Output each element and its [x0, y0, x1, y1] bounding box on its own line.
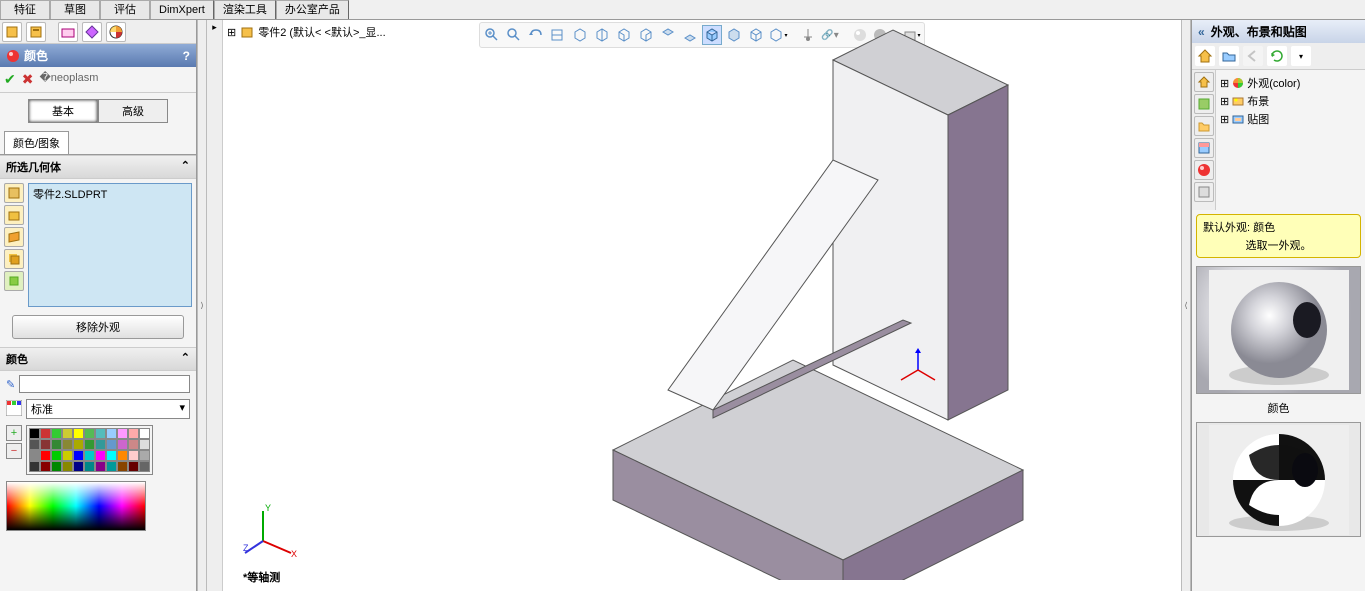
preview-1-label: 颜色: [1192, 398, 1365, 418]
open-folder-icon[interactable]: [1219, 46, 1239, 66]
collapse-icon[interactable]: ⌃: [181, 159, 190, 175]
appearance-preview-2[interactable]: [1196, 422, 1361, 537]
fm-tab-dim[interactable]: [82, 22, 102, 42]
flyout-expand-icon[interactable]: ▸: [212, 22, 217, 33]
eyedropper-icon[interactable]: ✎: [6, 378, 15, 391]
collapse-icon[interactable]: ⌃: [181, 351, 190, 367]
svg-text:Z: Z: [243, 543, 249, 553]
color-panel-header: 颜色 ?: [0, 44, 196, 67]
appearance-preview-1[interactable]: [1196, 266, 1361, 394]
tab-sketch[interactable]: 草图: [50, 0, 100, 19]
tab-office[interactable]: 办公室产品: [276, 0, 349, 19]
tab-view-icon[interactable]: [1194, 138, 1214, 158]
tab-custom-icon[interactable]: [1194, 182, 1214, 202]
flyout-tree-strip: ▸: [207, 20, 223, 591]
flyout-tree-root[interactable]: ⊞ 零件2 (默认< <默认>_显...: [227, 24, 386, 40]
filter-part-icon[interactable]: [4, 183, 24, 203]
help-icon[interactable]: ?: [183, 49, 190, 63]
back-icon[interactable]: [1243, 46, 1263, 66]
graphics-viewport[interactable]: ⊞ 零件2 (默认< <默认>_显... ▾: [223, 20, 1181, 591]
add-swatch-button[interactable]: +: [6, 425, 22, 441]
tab-render-tools[interactable]: 渲染工具: [214, 0, 276, 19]
property-manager: 颜色 ? ✔ ✖ �neoplasm 基本 高级 颜色/图象 所选几何体 ⌃: [0, 20, 197, 591]
tab-color-image[interactable]: 颜色/图象: [4, 131, 69, 154]
swatch-grid-icon[interactable]: [6, 400, 22, 419]
task-pane: « 外观、布景和贴图 ▾ ⊞ 外观(color): [1191, 20, 1365, 591]
model-3d[interactable]: [403, 20, 1163, 580]
selection-item[interactable]: 零件2.SLDPRT: [33, 186, 187, 202]
view-orientation-label: *等轴测: [243, 569, 280, 585]
svg-text:Y: Y: [265, 503, 271, 513]
filter-feature-icon[interactable]: [4, 271, 24, 291]
fm-tab-tree[interactable]: [2, 22, 22, 42]
sphere-icon: [6, 49, 20, 63]
tab-evaluate[interactable]: 评估: [100, 0, 150, 19]
tree-item-decal[interactable]: ⊞ 贴图: [1220, 110, 1361, 128]
tab-library-icon[interactable]: [1194, 94, 1214, 114]
tab-dimxpert[interactable]: DimXpert: [150, 0, 214, 19]
pin-icon[interactable]: �neoplasm: [39, 71, 98, 88]
tree-root-label: 零件2 (默认< <默认>_显...: [258, 24, 385, 40]
feature-manager-tabs: [0, 20, 196, 44]
refresh-icon[interactable]: [1267, 46, 1287, 66]
color-value-input[interactable]: [19, 375, 190, 393]
filter-face-icon[interactable]: [4, 205, 24, 225]
fm-tab-display[interactable]: [106, 22, 126, 42]
task-pane-toolbar: ▾: [1192, 43, 1365, 70]
tab-file-icon[interactable]: [1194, 116, 1214, 136]
advanced-button[interactable]: 高级: [98, 99, 168, 123]
task-dropdown-icon[interactable]: ▾: [1291, 46, 1311, 66]
svg-text:X: X: [291, 549, 297, 559]
tree-expand-icon[interactable]: ⊞: [227, 26, 236, 39]
tab-features[interactable]: 特征: [0, 0, 50, 19]
fm-tab-config[interactable]: [58, 22, 78, 42]
collapse-arrow-icon[interactable]: «: [1198, 25, 1205, 39]
basic-advanced-toggle: 基本 高级: [0, 93, 196, 129]
part-icon: [240, 25, 254, 39]
ok-cancel-bar: ✔ ✖ �neoplasm: [0, 67, 196, 93]
view-triad[interactable]: Y X Z: [243, 501, 303, 561]
left-panel-expander[interactable]: ⟩: [197, 20, 207, 591]
default-appearance-hint: 选取一外观。: [1203, 237, 1354, 253]
fm-tab-property[interactable]: [26, 22, 46, 42]
main-ribbon-tabs: 特征 草图 评估 DimXpert 渲染工具 办公室产品: [0, 0, 1365, 20]
remove-swatch-button[interactable]: −: [6, 443, 22, 459]
task-pane-tabs: [1192, 70, 1216, 210]
tab-appearance-icon[interactable]: [1194, 160, 1214, 180]
basic-button[interactable]: 基本: [28, 99, 98, 123]
filter-surface-icon[interactable]: [4, 227, 24, 247]
tab-home-icon[interactable]: [1194, 72, 1214, 92]
appearance-tree[interactable]: ⊞ 外观(color) ⊞ 布景 ⊞ 贴图: [1216, 70, 1365, 210]
cancel-button[interactable]: ✖: [22, 71, 34, 88]
palette-combo[interactable]: 标准▾: [26, 399, 190, 419]
tree-item-appearance[interactable]: ⊞ 外观(color): [1220, 74, 1361, 92]
task-pane-header: « 外观、布景和贴图: [1192, 20, 1365, 43]
color-section-header[interactable]: 颜色 ⌃: [0, 347, 196, 371]
color-swatches[interactable]: [26, 425, 153, 475]
home-icon[interactable]: [1195, 46, 1215, 66]
color-gradient-picker[interactable]: [6, 481, 146, 531]
color-title: 颜色: [24, 47, 48, 64]
selection-list[interactable]: 零件2.SLDPRT: [28, 183, 192, 307]
selected-geometry-header[interactable]: 所选几何体 ⌃: [0, 155, 196, 179]
default-appearance-box: 默认外观: 颜色 选取一外观。: [1196, 214, 1361, 258]
ok-button[interactable]: ✔: [4, 71, 16, 88]
tree-item-scene[interactable]: ⊞ 布景: [1220, 92, 1361, 110]
remove-appearance-button[interactable]: 移除外观: [12, 315, 184, 339]
default-appearance-title: 默认外观: 颜色: [1203, 219, 1354, 235]
right-panel-expander[interactable]: ⟨: [1181, 20, 1191, 591]
filter-body-icon[interactable]: [4, 249, 24, 269]
